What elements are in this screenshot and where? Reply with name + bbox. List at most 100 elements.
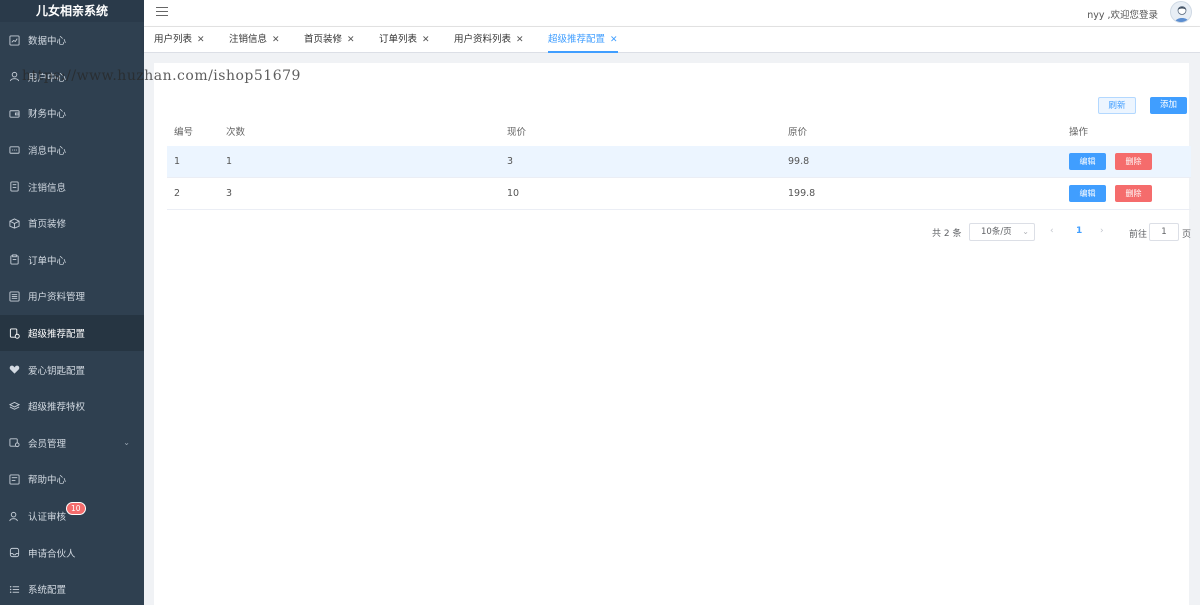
notification-badge: 10 bbox=[66, 501, 86, 515]
sidebar-item-system-config[interactable]: 系统配置 bbox=[0, 571, 144, 605]
content-panel: 刷新 添加 编号 次数 现价 原价 操作 1 1 3 99.8 编辑 删除 2 … bbox=[154, 63, 1194, 605]
pagination: 共 2 条 10条/页 ⌄ ‹ 1 › 前往 1 页 bbox=[154, 223, 1192, 243]
prev-page-icon[interactable]: ‹ bbox=[1050, 226, 1054, 236]
heart-icon bbox=[9, 364, 20, 375]
sidebar-item-label: 注销信息 bbox=[28, 182, 67, 194]
tab-super-recommend-config[interactable]: 超级推荐配置 ✕ bbox=[548, 27, 618, 53]
tab-home-decoration[interactable]: 首页装修 ✕ bbox=[304, 27, 355, 53]
cell-count: 3 bbox=[226, 188, 233, 199]
cell-original-price: 99.8 bbox=[788, 156, 810, 167]
column-header-original-price: 原价 bbox=[788, 127, 808, 138]
sidebar-item-label: 财务中心 bbox=[28, 109, 67, 121]
page-number-current[interactable]: 1 bbox=[1076, 226, 1082, 236]
tab-label: 用户资料列表 bbox=[454, 34, 512, 45]
close-icon[interactable]: ✕ bbox=[422, 35, 430, 45]
sidebar-item-label: 会员管理 bbox=[28, 438, 67, 450]
sidebar-item-data-center[interactable]: 数据中心 bbox=[0, 22, 144, 59]
goto-label: 前往 bbox=[1129, 230, 1148, 240]
table-header: 编号 次数 现价 原价 操作 bbox=[167, 120, 1194, 146]
column-header-actions: 操作 bbox=[1069, 127, 1089, 138]
box-icon bbox=[9, 218, 20, 229]
cell-price: 3 bbox=[507, 156, 514, 167]
sidebar-item-user-profiles[interactable]: 用户资料管理 bbox=[0, 278, 144, 315]
message-icon bbox=[9, 145, 20, 156]
sidebar-item-label: 超级推荐配置 bbox=[28, 329, 86, 341]
tab-label: 订单列表 bbox=[379, 34, 418, 45]
sidebar-item-love-key-config[interactable]: 爱心钥匙配置 bbox=[0, 351, 144, 388]
dashboard-icon bbox=[9, 35, 20, 46]
sidebar-item-super-recommend-config[interactable]: 超级推荐配置 bbox=[0, 314, 144, 352]
next-page-icon[interactable]: › bbox=[1100, 226, 1104, 236]
sidebar-item-home-decoration[interactable]: 首页装修 bbox=[0, 205, 144, 242]
app-title: 儿女相亲系统 bbox=[0, 0, 144, 22]
page-suffix: 页 bbox=[1182, 230, 1192, 240]
sidebar-item-partner-application[interactable]: 申请合伙人 bbox=[0, 534, 144, 571]
delete-button[interactable]: 删除 bbox=[1115, 153, 1152, 170]
edit-button[interactable]: 编辑 bbox=[1069, 153, 1106, 170]
tab-user-list[interactable]: 用户列表 ✕ bbox=[154, 27, 205, 53]
refresh-button[interactable]: 刷新 bbox=[1098, 97, 1136, 114]
welcome-text: nyy ,欢迎您登录 bbox=[1087, 10, 1158, 21]
close-icon[interactable]: ✕ bbox=[610, 35, 618, 45]
sidebar-item-label: 爱心钥匙配置 bbox=[28, 365, 86, 377]
document-icon bbox=[9, 181, 20, 192]
cell-id: 2 bbox=[174, 188, 181, 199]
tab-label: 用户列表 bbox=[154, 34, 193, 45]
sidebar-item-super-recommend-privilege[interactable]: 超级推荐特权 bbox=[0, 388, 144, 425]
edit-button[interactable]: 编辑 bbox=[1069, 185, 1106, 202]
sidebar-item-finance[interactable]: 财务中心 bbox=[0, 95, 144, 132]
hamburger-menu-icon[interactable] bbox=[156, 7, 168, 17]
column-header-id: 编号 bbox=[174, 127, 194, 138]
user-icon bbox=[9, 71, 20, 82]
table-row[interactable]: 1 1 3 99.8 编辑 删除 bbox=[167, 146, 1194, 178]
inbox-icon bbox=[9, 547, 20, 558]
sidebar-item-label: 帮助中心 bbox=[28, 475, 67, 487]
close-icon[interactable]: ✕ bbox=[197, 35, 205, 45]
layers-icon bbox=[9, 401, 20, 412]
watermark-text: https://www.huzhan.com/ishop51679 bbox=[22, 68, 301, 84]
add-button[interactable]: 添加 bbox=[1150, 97, 1187, 114]
cell-id: 1 bbox=[174, 156, 181, 167]
user-check-icon bbox=[9, 511, 20, 522]
tab-label: 注销信息 bbox=[229, 34, 268, 45]
sidebar-item-cancellation[interactable]: 注销信息 bbox=[0, 168, 144, 205]
table-row[interactable]: 2 3 10 199.8 编辑 删除 bbox=[167, 178, 1194, 210]
tab-label: 首页装修 bbox=[304, 34, 343, 45]
tab-user-profile-list[interactable]: 用户资料列表 ✕ bbox=[454, 27, 524, 53]
close-icon[interactable]: ✕ bbox=[516, 35, 524, 45]
sidebar-item-label: 系统配置 bbox=[28, 585, 67, 597]
sidebar-item-messages[interactable]: 消息中心 bbox=[0, 132, 144, 169]
page-size-select[interactable]: 10条/页 ⌄ bbox=[969, 223, 1035, 241]
sidebar-item-label: 数据中心 bbox=[28, 36, 67, 48]
column-header-count: 次数 bbox=[226, 127, 246, 138]
goto-page-input[interactable]: 1 bbox=[1149, 223, 1179, 241]
sidebar-item-member-management[interactable]: 会员管理 ⌄ bbox=[0, 425, 144, 462]
clipboard-icon bbox=[9, 254, 20, 265]
tab-order-list[interactable]: 订单列表 ✕ bbox=[379, 27, 430, 53]
main-content: 刷新 添加 编号 次数 现价 原价 操作 1 1 3 99.8 编辑 删除 2 … bbox=[144, 53, 1200, 605]
page-size-value: 10条/页 bbox=[981, 227, 1012, 237]
column-header-price: 现价 bbox=[507, 127, 527, 138]
avatar[interactable] bbox=[1170, 1, 1192, 23]
data-table: 编号 次数 现价 原价 操作 1 1 3 99.8 编辑 删除 2 3 10 1… bbox=[167, 120, 1194, 210]
vertical-scrollbar[interactable] bbox=[1191, 53, 1198, 605]
sidebar-item-label: 超级推荐特权 bbox=[28, 402, 86, 414]
help-doc-icon bbox=[9, 474, 20, 485]
sidebar-item-verification[interactable]: 认证审核 10 bbox=[0, 498, 144, 535]
delete-button[interactable]: 删除 bbox=[1115, 185, 1152, 202]
sidebar-item-label: 用户资料管理 bbox=[28, 292, 86, 304]
sidebar-item-help-center[interactable]: 帮助中心 bbox=[0, 461, 144, 498]
cell-count: 1 bbox=[226, 156, 233, 167]
close-icon[interactable]: ✕ bbox=[347, 35, 355, 45]
sidebar-item-label: 消息中心 bbox=[28, 146, 67, 158]
close-icon[interactable]: ✕ bbox=[272, 35, 280, 45]
list-icon bbox=[9, 291, 20, 302]
top-header: nyy ,欢迎您登录 bbox=[144, 0, 1200, 27]
chevron-down-icon: ⌄ bbox=[1022, 227, 1029, 236]
chevron-down-icon[interactable]: ⌄ bbox=[123, 438, 130, 447]
tab-cancellation-info[interactable]: 注销信息 ✕ bbox=[229, 27, 280, 53]
sidebar-item-orders[interactable]: 订单中心 bbox=[0, 242, 144, 279]
sidebar-item-label: 申请合伙人 bbox=[28, 548, 76, 560]
settings-doc-icon bbox=[9, 328, 20, 339]
member-icon bbox=[9, 437, 20, 448]
